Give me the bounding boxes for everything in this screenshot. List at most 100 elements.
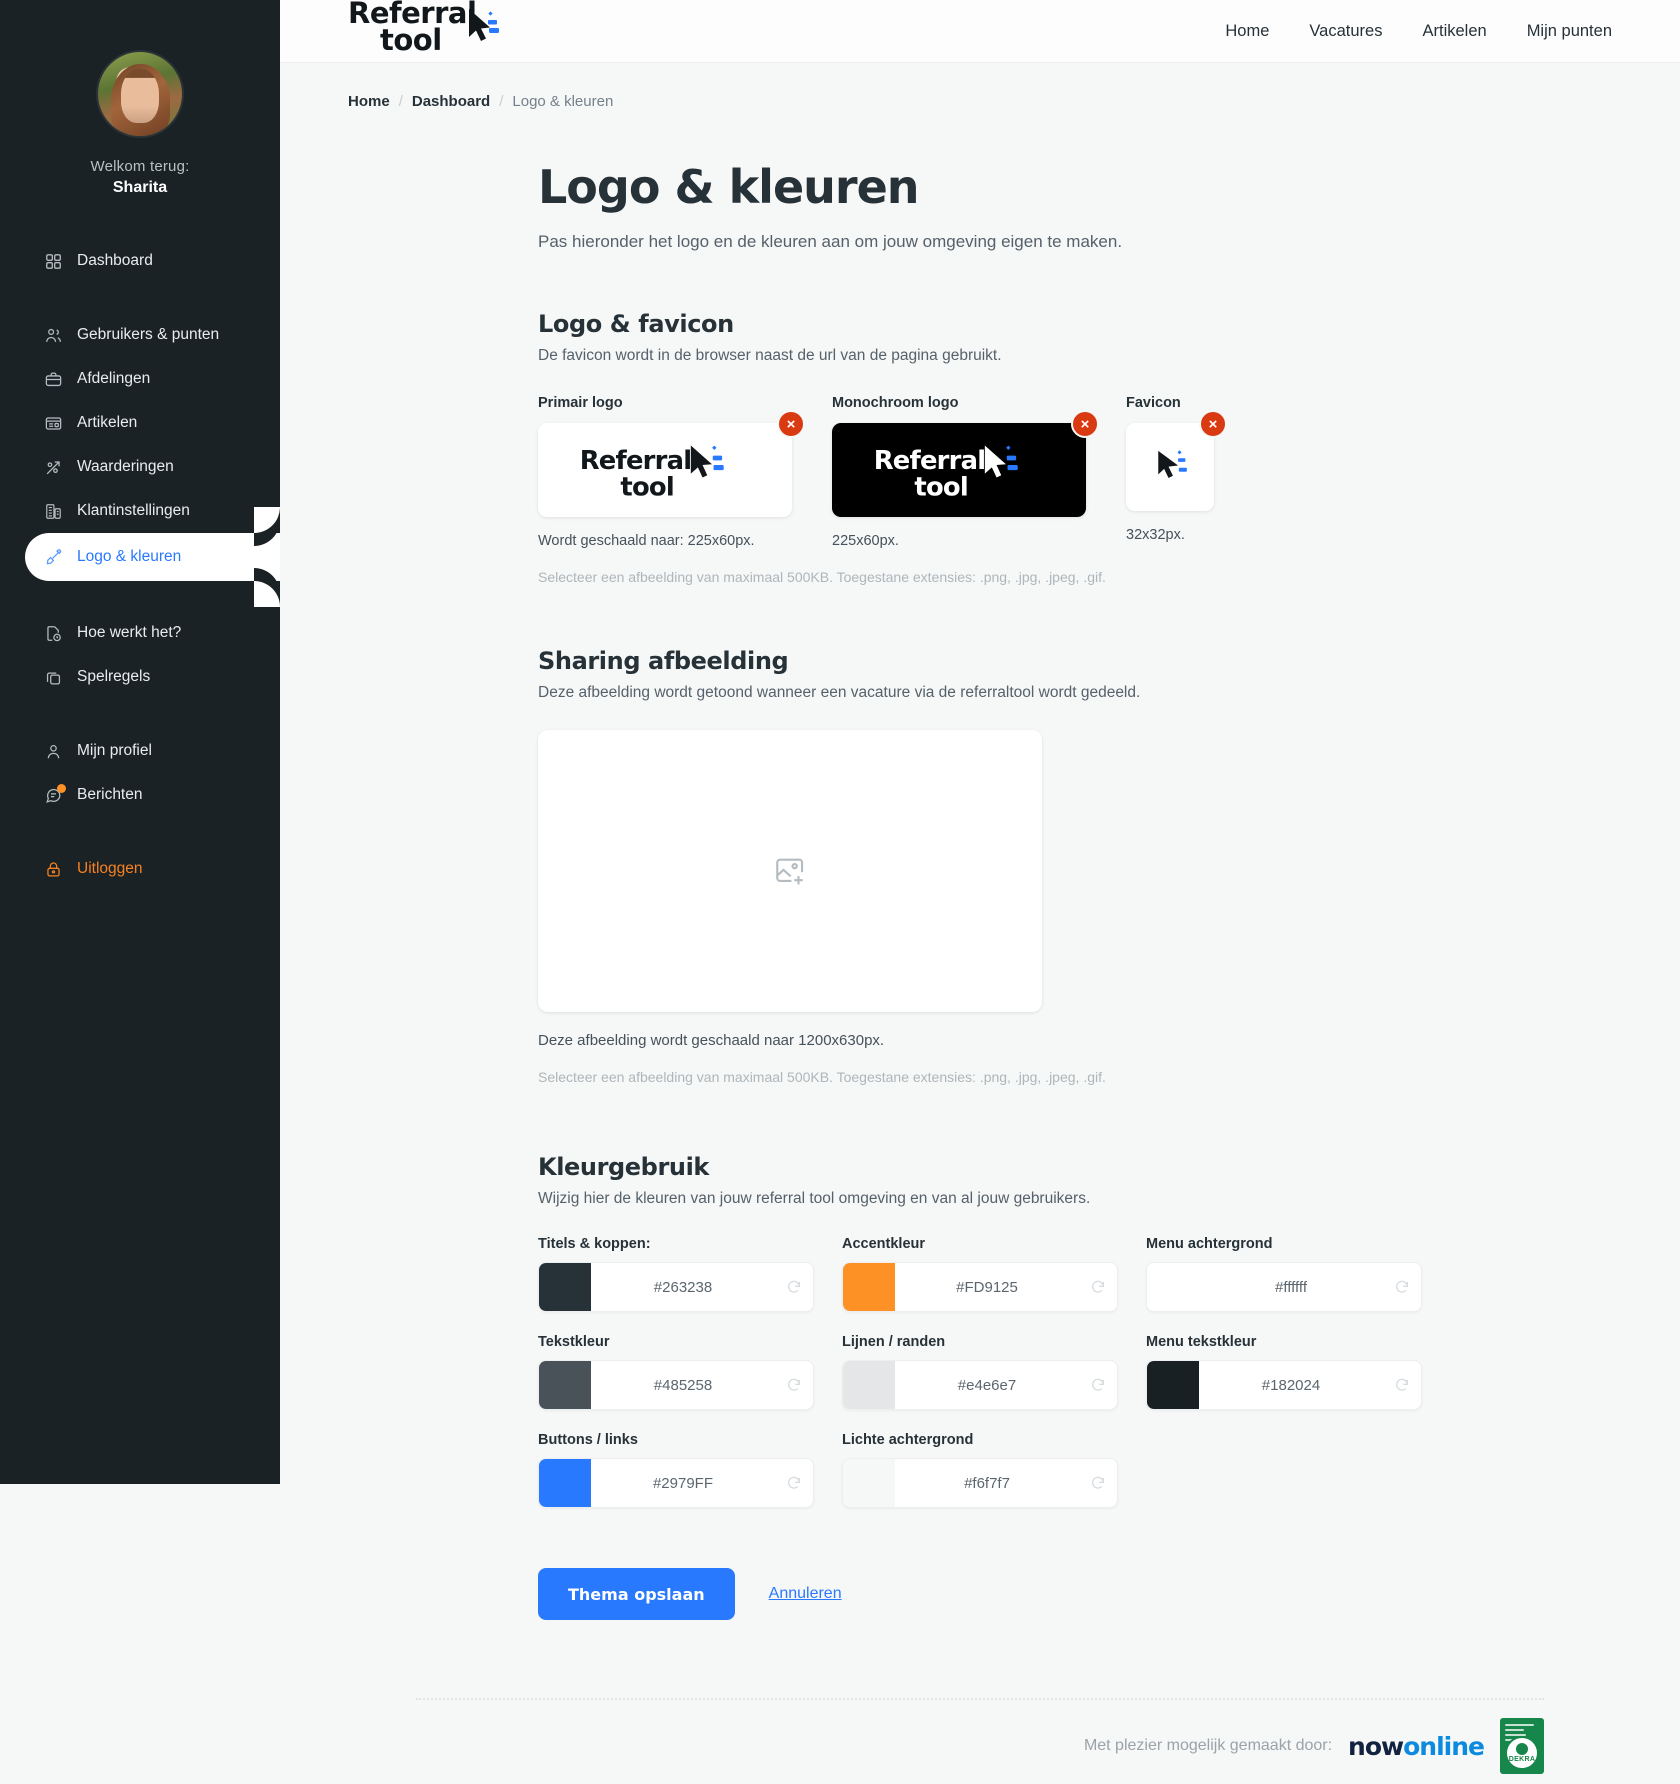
color-swatch[interactable]	[843, 1361, 895, 1409]
topnav-item-mijn-punten[interactable]: Mijn punten	[1527, 22, 1612, 41]
mono-logo-preview[interactable]: Referral tool	[832, 423, 1086, 517]
dekra-seal-dot	[1516, 1743, 1528, 1755]
color-input[interactable]: #e4e6e7	[842, 1360, 1118, 1410]
svg-text:tool: tool	[620, 472, 674, 501]
sidebar-item-label: Waarderingen	[77, 458, 174, 475]
color-swatch[interactable]	[539, 1361, 591, 1409]
sidebar-item-waarderingen[interactable]: Waarderingen	[0, 445, 280, 489]
save-theme-button[interactable]: Thema opslaan	[538, 1568, 735, 1620]
sidebar-item-dashboard[interactable]: Dashboard	[0, 239, 280, 283]
logo-favicon-section: Logo & favicon De favicon wordt in de br…	[538, 310, 1572, 585]
color-field-lichte-achtergrond: Lichte achtergrond #f6f7f7	[842, 1432, 1118, 1508]
sidebar-item-label: Artikelen	[77, 414, 138, 431]
topnav-item-artikelen[interactable]: Artikelen	[1422, 22, 1486, 41]
color-field-tekstkleur: Tekstkleur #485258	[538, 1334, 814, 1410]
sidebar-item-gebruikers-punten[interactable]: Gebruikers & punten	[0, 313, 280, 357]
svg-text:tool: tool	[914, 472, 968, 501]
color-swatch[interactable]	[1147, 1263, 1199, 1311]
logo-section-title: Logo & favicon	[538, 310, 734, 338]
color-swatch[interactable]	[1147, 1361, 1199, 1409]
remove-mono-logo-button[interactable]: ×	[1071, 410, 1099, 438]
color-input[interactable]: #ffffff	[1146, 1262, 1422, 1312]
colors-section-subtitle: Wijzig hier de kleuren van jouw referral…	[538, 1190, 1091, 1207]
sidebar-item-klantinstellingen[interactable]: Klantinstellingen	[0, 489, 280, 533]
color-value[interactable]: #182024	[1199, 1377, 1383, 1394]
breadcrumb-separator: /	[499, 93, 504, 110]
topnav-item-home[interactable]: Home	[1225, 22, 1269, 41]
color-input[interactable]: #263238	[538, 1262, 814, 1312]
sidebar-item-berichten[interactable]: Berichten	[0, 773, 280, 817]
sidebar-item-artikelen[interactable]: Artikelen	[0, 401, 280, 445]
reset-icon[interactable]	[775, 1475, 813, 1491]
referraltool-logo-dark: Referral tool	[580, 444, 724, 502]
sidebar-item-afdelingen[interactable]: Afdelingen	[0, 357, 280, 401]
color-swatch[interactable]	[539, 1263, 591, 1311]
form-actions: Thema opslaan Annuleren	[538, 1568, 1572, 1620]
notification-badge	[57, 783, 66, 793]
sidebar-item-uitloggen[interactable]: Uitloggen	[0, 847, 280, 891]
topnav-item-vacatures[interactable]: Vacatures	[1309, 22, 1382, 41]
reset-icon[interactable]	[1079, 1279, 1117, 1295]
top-navigation: Home Vacatures Artikelen Mijn punten	[1225, 22, 1612, 41]
reset-icon[interactable]	[1079, 1475, 1117, 1491]
color-field-label: Menu achtergrond	[1146, 1236, 1273, 1252]
nav-divider-2	[0, 581, 280, 611]
color-input[interactable]: #FD9125	[842, 1262, 1118, 1312]
sidebar-item-spelregels[interactable]: Spelregels	[0, 655, 280, 699]
sidebar-item-mijn-profiel[interactable]: Mijn profiel	[0, 729, 280, 773]
upload-label: Primair logo	[538, 395, 623, 411]
breadcrumb-home[interactable]: Home	[348, 93, 390, 110]
color-value[interactable]: #f6f7f7	[895, 1475, 1079, 1492]
reset-icon[interactable]	[775, 1279, 813, 1295]
color-field-label: Lichte achtergrond	[842, 1432, 974, 1448]
thumb-wrap: Referral tool ×	[832, 410, 1099, 517]
color-value[interactable]: #2979FF	[591, 1475, 775, 1492]
color-value[interactable]: #e4e6e7	[895, 1377, 1079, 1394]
upload-note: 32x32px.	[1126, 527, 1185, 543]
app-root: Welkom terug: Sharita Dashboard Gebruike…	[0, 0, 1680, 1784]
color-field-label: Titels & koppen:	[538, 1236, 651, 1252]
breadcrumb-dashboard[interactable]: Dashboard	[412, 93, 490, 110]
nowonline-logo[interactable]: nowonline	[1348, 1731, 1485, 1761]
svg-text:Referral: Referral	[580, 445, 692, 475]
color-input[interactable]: #182024	[1146, 1360, 1422, 1410]
nav-divider-4	[0, 817, 280, 847]
color-value[interactable]: #263238	[591, 1279, 775, 1296]
building-icon	[44, 502, 63, 521]
color-swatch[interactable]	[843, 1459, 895, 1507]
breadcrumb: Home / Dashboard / Logo & kleuren	[348, 93, 1612, 110]
reset-icon[interactable]	[775, 1377, 813, 1393]
nowonline-logo-online: online	[1403, 1731, 1485, 1761]
remove-primary-logo-button[interactable]: ×	[777, 410, 805, 438]
svg-text:Referral: Referral	[874, 445, 986, 475]
remove-favicon-button[interactable]: ×	[1199, 410, 1227, 438]
favicon-preview[interactable]	[1126, 423, 1214, 511]
sidebar-item-label: Gebruikers & punten	[77, 326, 220, 343]
color-input[interactable]: #f6f7f7	[842, 1458, 1118, 1508]
color-fields-grid: Titels & koppen: #263238 Accentkleur #FD…	[538, 1236, 1572, 1530]
dekra-badge-icon: DEKRA	[1500, 1718, 1544, 1774]
sidebar-item-label: Logo & kleuren	[77, 548, 182, 565]
cancel-link[interactable]: Annuleren	[769, 1585, 842, 1603]
lock-icon	[44, 860, 63, 879]
sidebar-item-hoe-werkt-het[interactable]: Hoe werkt het?	[0, 611, 280, 655]
dekra-seal-text: DEKRA	[1508, 1756, 1536, 1763]
color-input[interactable]: #485258	[538, 1360, 814, 1410]
color-input[interactable]: #2979FF	[538, 1458, 814, 1508]
sidebar-item-logo-kleuren[interactable]: Logo & kleuren	[25, 507, 280, 607]
reset-icon[interactable]	[1383, 1377, 1421, 1393]
color-swatch[interactable]	[843, 1263, 895, 1311]
color-value[interactable]: #485258	[591, 1377, 775, 1394]
nav-divider-3	[0, 699, 280, 729]
chart-arrow-icon	[44, 458, 63, 477]
sharing-image-dropzone[interactable]	[538, 730, 1042, 1012]
reset-icon[interactable]	[1079, 1377, 1117, 1393]
color-value[interactable]: #ffffff	[1199, 1279, 1383, 1296]
top-header: Referral tool Home Vacatures Artikelen M…	[280, 0, 1680, 63]
reset-icon[interactable]	[1383, 1279, 1421, 1295]
color-field-accentkleur: Accentkleur #FD9125	[842, 1236, 1118, 1312]
color-value[interactable]: #FD9125	[895, 1279, 1079, 1296]
primary-logo-preview[interactable]: Referral tool	[538, 423, 792, 517]
brand-logo[interactable]: Referral tool	[348, 0, 506, 62]
color-swatch[interactable]	[539, 1459, 591, 1507]
